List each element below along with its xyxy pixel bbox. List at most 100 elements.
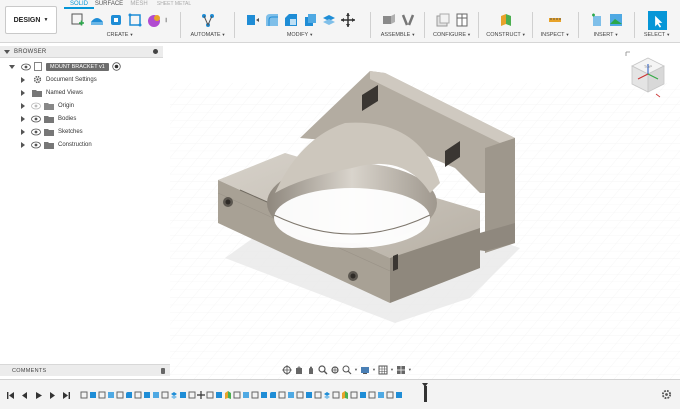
form-icon[interactable] xyxy=(146,12,162,28)
expand-arrow-icon[interactable] xyxy=(9,64,15,69)
create-menu[interactable]: CREATE▼ xyxy=(64,32,176,38)
timeline-marker[interactable] xyxy=(422,383,428,402)
sketch-feature-icon[interactable] xyxy=(116,390,124,400)
chevron-down-icon[interactable]: ▼ xyxy=(372,367,376,372)
expand-arrow-icon[interactable] xyxy=(21,115,25,122)
select-arrow-icon[interactable] xyxy=(647,10,667,30)
automate-menu[interactable]: AUTOMATE▼ xyxy=(186,32,230,38)
sketch-feature-icon[interactable] xyxy=(278,390,286,400)
automate-icon[interactable] xyxy=(200,12,216,28)
tree-root[interactable]: MOUNT BRACKET v1 xyxy=(0,60,170,73)
timeline-settings-gear-icon[interactable] xyxy=(661,389,672,400)
table-icon[interactable] xyxy=(454,12,470,28)
fillet-icon[interactable] xyxy=(264,12,280,28)
extrude-feature-icon[interactable] xyxy=(287,390,295,400)
step-forward-icon[interactable] xyxy=(48,391,57,400)
display-settings-icon[interactable] xyxy=(360,365,370,375)
extrude-feature-icon[interactable] xyxy=(143,390,151,400)
viewports-icon[interactable] xyxy=(396,365,406,375)
sketch-feature-icon[interactable] xyxy=(206,390,214,400)
extrude-feature-icon[interactable] xyxy=(215,390,223,400)
expand-arrow-icon[interactable] xyxy=(21,128,25,135)
pin-icon[interactable] xyxy=(153,49,158,54)
expand-arrow-icon[interactable] xyxy=(21,76,25,83)
sketch-feature-icon[interactable] xyxy=(332,390,340,400)
extrude-feature-icon[interactable] xyxy=(179,390,187,400)
comments-toggle-icon[interactable] xyxy=(161,368,165,374)
assemble-menu[interactable]: ASSEMBLE▼ xyxy=(374,32,422,38)
sketch-feature-icon[interactable] xyxy=(350,390,358,400)
look-at-icon[interactable] xyxy=(294,365,304,375)
sketch-feature-icon[interactable] xyxy=(386,390,394,400)
insert-menu[interactable]: INSERT▼ xyxy=(582,32,630,38)
sketch-feature-icon[interactable] xyxy=(134,390,142,400)
chevron-down-icon[interactable]: ▼ xyxy=(354,367,358,372)
eye-icon[interactable] xyxy=(31,141,41,149)
chamfer-icon[interactable] xyxy=(283,12,299,28)
tree-item-sketches[interactable]: Sketches xyxy=(0,125,170,138)
tree-item-named-views[interactable]: Named Views xyxy=(0,86,170,99)
sketch-feature-icon[interactable] xyxy=(80,390,88,400)
measure-icon[interactable] xyxy=(547,12,563,28)
box-icon[interactable] xyxy=(127,12,143,28)
tab-sheet-metal[interactable]: SHEET METAL xyxy=(154,0,194,9)
combine-feature-icon[interactable] xyxy=(170,390,178,400)
eye-icon[interactable] xyxy=(21,63,31,71)
extrude-feature-icon[interactable] xyxy=(152,390,160,400)
pan-icon[interactable] xyxy=(306,365,316,375)
combine-icon[interactable] xyxy=(321,12,337,28)
browser-panel-header[interactable]: BROWSER xyxy=(0,46,163,58)
shell-icon[interactable] xyxy=(302,12,318,28)
root-component-label[interactable]: MOUNT BRACKET v1 xyxy=(46,62,109,71)
offset-plane-icon[interactable] xyxy=(498,12,514,28)
expand-arrow-icon[interactable] xyxy=(21,141,25,148)
mirror-icon[interactable] xyxy=(165,12,171,28)
viewcube[interactable]: TOP xyxy=(624,50,672,100)
select-menu[interactable]: SELECT▼ xyxy=(638,32,676,38)
skip-to-end-icon[interactable] xyxy=(62,391,71,400)
move-feature-icon[interactable] xyxy=(197,390,205,400)
collapse-browser-icon[interactable] xyxy=(4,49,10,54)
fillet-feature-icon[interactable] xyxy=(125,390,133,400)
tree-item-origin[interactable]: Origin xyxy=(0,99,170,112)
eye-icon[interactable] xyxy=(31,128,41,136)
tree-item-bodies[interactable]: Bodies xyxy=(0,112,170,125)
inspect-menu[interactable]: INSPECT▼ xyxy=(536,32,574,38)
configure-icon[interactable] xyxy=(435,12,451,28)
tree-item-construction[interactable]: Construction xyxy=(0,138,170,151)
chevron-down-icon[interactable]: ▼ xyxy=(408,367,412,372)
revolve-icon[interactable] xyxy=(108,12,124,28)
modify-menu[interactable]: MODIFY▼ xyxy=(238,32,362,38)
fillet-feature-icon[interactable] xyxy=(269,390,277,400)
tab-solid[interactable]: SOLID xyxy=(64,0,94,9)
sketch-feature-icon[interactable] xyxy=(161,390,169,400)
extrude-feature-icon[interactable] xyxy=(377,390,385,400)
fit-icon[interactable] xyxy=(330,365,340,375)
tab-surface[interactable]: SURFACE xyxy=(94,0,124,9)
create-sketch-icon[interactable] xyxy=(70,12,86,28)
configure-menu[interactable]: CONFIGURE▼ xyxy=(428,32,476,38)
comments-panel-header[interactable]: COMMENTS xyxy=(0,364,170,376)
insert-image-icon[interactable] xyxy=(608,12,624,28)
eye-icon[interactable] xyxy=(31,115,41,123)
joint-icon[interactable] xyxy=(400,12,416,28)
tree-item-document-settings[interactable]: Document Settings xyxy=(0,73,170,86)
plane-feature-icon[interactable] xyxy=(224,390,232,400)
sketch-feature-icon[interactable] xyxy=(233,390,241,400)
extrude-icon[interactable] xyxy=(89,12,105,28)
extrude-feature-icon[interactable] xyxy=(260,390,268,400)
sketch-feature-icon[interactable] xyxy=(188,390,196,400)
play-icon[interactable] xyxy=(34,391,43,400)
combine-feature-icon[interactable] xyxy=(323,390,331,400)
orbit-icon[interactable] xyxy=(282,364,292,375)
sketch-feature-icon[interactable] xyxy=(314,390,322,400)
extrude-feature-icon[interactable] xyxy=(89,390,97,400)
tab-mesh[interactable]: MESH xyxy=(124,0,154,9)
new-component-icon[interactable] xyxy=(381,12,397,28)
skip-to-start-icon[interactable] xyxy=(6,391,15,400)
sketch-feature-icon[interactable] xyxy=(296,390,304,400)
insert-derive-icon[interactable] xyxy=(589,12,605,28)
eye-hidden-icon[interactable] xyxy=(31,102,41,110)
plane-feature-icon[interactable] xyxy=(341,390,349,400)
extrude-feature-icon[interactable] xyxy=(395,390,403,400)
